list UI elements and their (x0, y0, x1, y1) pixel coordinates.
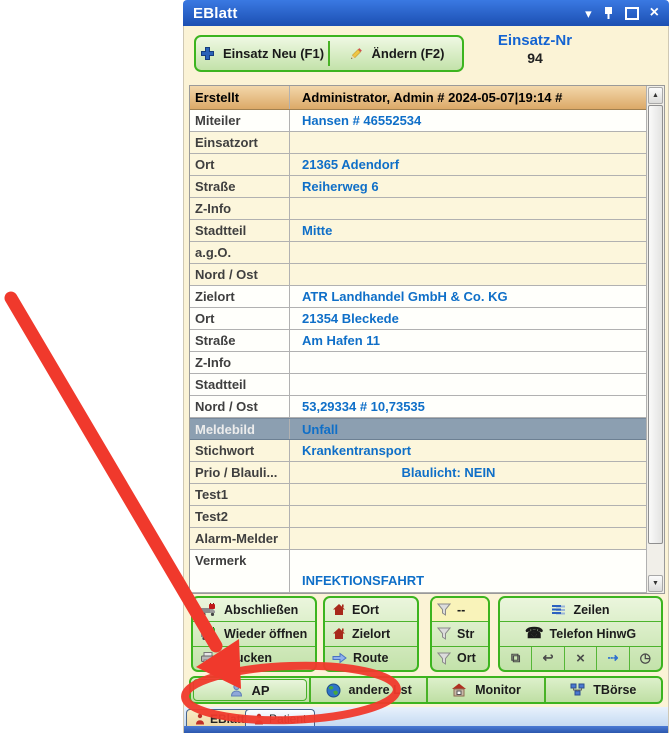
tab-patient[interactable]: Patient (245, 709, 315, 727)
forward-icon[interactable]: ⇢ (596, 647, 628, 670)
eort-button[interactable]: EOrt (325, 598, 417, 621)
filter-str-button[interactable]: Str (432, 621, 488, 645)
einsatz-table: Erstellt Administrator, Admin # 2024-05-… (189, 85, 665, 594)
globe-icon (326, 683, 341, 698)
lines-icon (551, 604, 567, 616)
person-icon (230, 683, 243, 697)
mini-icon-strip: ⧉ ↩ × ⇢ ◷ (500, 646, 661, 670)
person-red-icon (195, 713, 205, 725)
monitor-button[interactable]: Monitor (426, 678, 543, 702)
table-row[interactable]: Z-Info (190, 352, 647, 374)
filter-group: -- Str Ort (430, 596, 490, 672)
ap-button[interactable]: AP (193, 679, 307, 701)
scroll-thumb[interactable] (648, 105, 663, 544)
table-row[interactable]: ZielortATR Landhandel GmbH & Co. KG (190, 286, 647, 308)
funnel-icon (437, 627, 451, 640)
pin-icon[interactable] (603, 7, 614, 20)
route-arrow-icon (332, 652, 347, 664)
table-row[interactable]: a.g.O. (190, 242, 647, 264)
eblatt-window: EBlatt ▾ × Einsatz Neu (F1) (183, 0, 669, 733)
aendern-button[interactable]: Ändern (F2) (330, 37, 462, 70)
table-row[interactable]: VermerkINFEKTIONSFAHRT (190, 550, 647, 593)
table-row[interactable]: StichwortKrankentransport (190, 440, 647, 462)
filter-ort-button[interactable]: Ort (432, 646, 488, 670)
menu-dropdown-icon[interactable]: ▾ (585, 7, 592, 20)
window-content: Einsatz Neu (F1) Ändern (F2) Einsatz-Nr … (183, 26, 669, 733)
maximize-icon[interactable] (625, 7, 639, 20)
plus-icon (200, 46, 215, 61)
filter-none-button[interactable]: -- (432, 598, 488, 621)
table-row[interactable]: Prio / Blauli...Blaulicht: NEIN (190, 462, 647, 484)
close-icon[interactable]: × (650, 5, 659, 21)
home-monitor-icon (451, 683, 467, 697)
table-rows: Erstellt Administrator, Admin # 2024-05-… (190, 86, 647, 593)
table-row[interactable]: StraßeReiherweg 6 (190, 176, 647, 198)
close-actions-group: Abschließen Wieder öffnen Drucken (191, 596, 317, 672)
table-row[interactable]: Alarm-Melder (190, 528, 647, 550)
aendern-label: Ändern (F2) (372, 46, 445, 61)
telefon-hinwg-button[interactable]: ☎ Telefon HinwG (500, 621, 661, 645)
misc-actions-group: Zeilen ☎ Telefon HinwG ⧉ ↩ × ⇢ ◷ (498, 596, 663, 672)
location-actions-group: EOrt Zielort Route (323, 596, 419, 672)
tab-strip: EBlatt Patient (184, 707, 668, 733)
einsatz-neu-button[interactable]: Einsatz Neu (F1) (196, 37, 328, 70)
route-button[interactable]: Route (325, 646, 417, 670)
house-icon (332, 627, 346, 640)
table-header-row: Erstellt Administrator, Admin # 2024-05-… (190, 86, 647, 110)
table-row[interactable]: MiteilerHansen # 46552534 (190, 110, 647, 132)
einsatz-nr-label: Einsatz-Nr (470, 32, 600, 49)
bottom-button-strip: AP andere Lst Monitor TBörse (189, 676, 663, 704)
title-bar: EBlatt ▾ × (183, 0, 669, 26)
header-value: Administrator, Admin # 2024-05-07|19:14 … (290, 86, 647, 109)
wieder-oeffnen-button[interactable]: Wieder öffnen (193, 621, 315, 645)
network-icon (570, 683, 585, 697)
bottom-bar (184, 726, 668, 733)
einsatz-nr-value: 94 (470, 50, 600, 66)
pencil-icon (348, 46, 364, 62)
truck-lock-green-icon (200, 627, 218, 641)
tboerse-button[interactable]: TBörse (544, 678, 661, 702)
funnel-icon (437, 603, 451, 616)
table-row[interactable]: StraßeAm Hafen 11 (190, 330, 647, 352)
table-row[interactable]: Einsatzort (190, 132, 647, 154)
table-row[interactable]: Test1 (190, 484, 647, 506)
scroll-up-button[interactable]: ▲ (648, 87, 663, 104)
window-controls: ▾ × (585, 5, 669, 21)
andere-lst-button[interactable]: andere Lst (309, 678, 426, 702)
table-row-selected[interactable]: MeldebildUnfall (190, 418, 647, 440)
delete-icon[interactable]: × (564, 647, 596, 670)
history-icon[interactable]: ◷ (629, 647, 661, 670)
detach-icon[interactable]: ⧉ (500, 647, 531, 670)
person-red-icon (254, 713, 264, 725)
einsatz-neu-label: Einsatz Neu (F1) (223, 46, 324, 61)
table-row[interactable]: Test2 (190, 506, 647, 528)
table-row[interactable]: Z-Info (190, 198, 647, 220)
vertical-scrollbar[interactable]: ▲ ▼ (646, 86, 664, 593)
tab-eblatt[interactable]: EBlatt (186, 709, 254, 727)
drucken-button[interactable]: Drucken (193, 646, 315, 670)
scroll-down-button[interactable]: ▼ (648, 575, 663, 592)
window-title: EBlatt (183, 5, 585, 22)
table-row[interactable]: Nord / Ost (190, 264, 647, 286)
printer-icon (200, 652, 216, 665)
table-row[interactable]: Ort21354 Bleckede (190, 308, 647, 330)
abschliessen-button[interactable]: Abschließen (193, 598, 315, 621)
funnel-icon (437, 652, 451, 665)
table-row[interactable]: Ort21365 Adendorf (190, 154, 647, 176)
table-row[interactable]: Nord / Ost53,29334 # 10,73535 (190, 396, 647, 418)
house-icon (332, 603, 346, 616)
phone-icon: ☎ (525, 626, 544, 641)
table-row[interactable]: Stadtteil (190, 374, 647, 396)
einsatz-nr-block: Einsatz-Nr 94 (470, 32, 600, 66)
zielort-button[interactable]: Zielort (325, 621, 417, 645)
table-row[interactable]: StadtteilMitte (190, 220, 647, 242)
header-label: Erstellt (190, 86, 290, 109)
zeilen-button[interactable]: Zeilen (500, 598, 661, 621)
top-button-group: Einsatz Neu (F1) Ändern (F2) (194, 35, 464, 72)
truck-lock-red-icon (200, 603, 218, 617)
undo-icon[interactable]: ↩ (531, 647, 563, 670)
